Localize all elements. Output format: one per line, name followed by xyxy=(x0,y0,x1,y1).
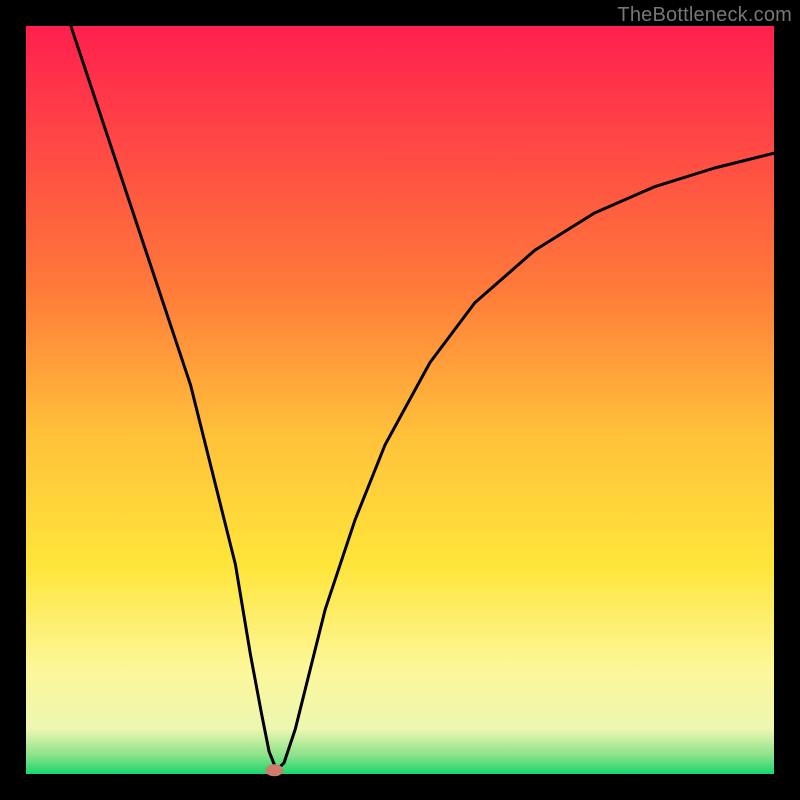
bottleneck-chart xyxy=(0,0,800,800)
chart-gradient-bg xyxy=(26,26,774,774)
watermark-text: TheBottleneck.com xyxy=(617,4,792,27)
optimal-marker xyxy=(265,764,283,776)
chart-svg xyxy=(0,0,800,800)
